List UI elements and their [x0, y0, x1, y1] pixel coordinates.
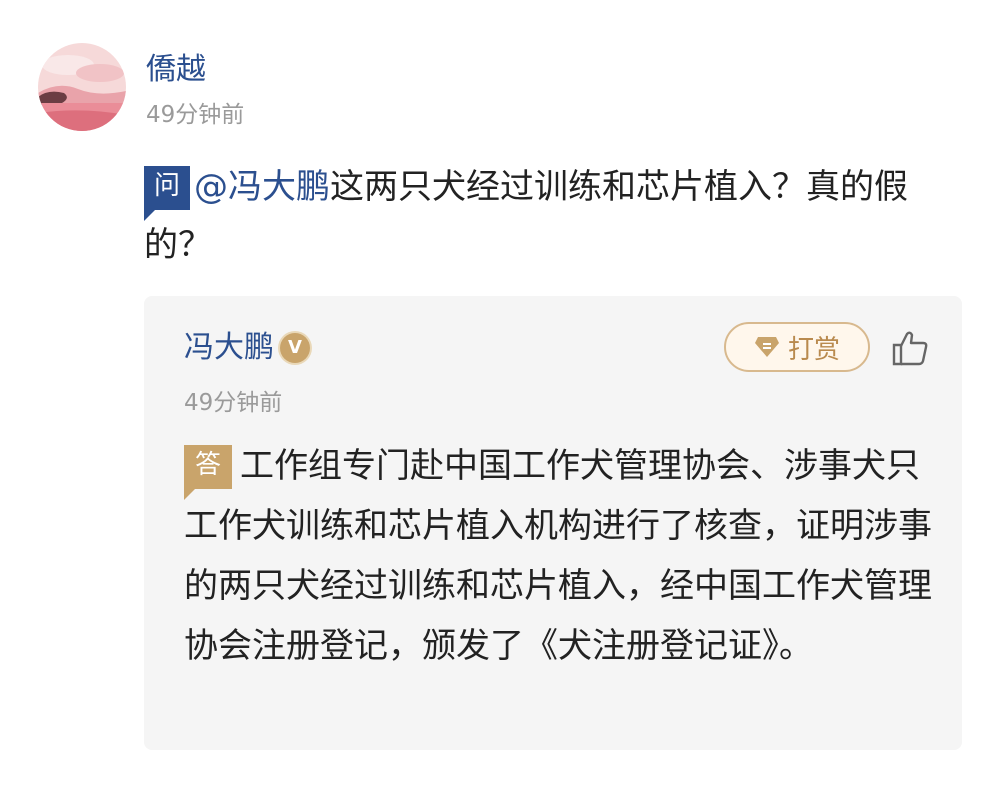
answer-author[interactable]: 冯大鹏 V [184, 328, 310, 368]
gem-icon [754, 337, 779, 357]
landscape-avatar-icon [38, 43, 126, 131]
question-badge: 问 [144, 166, 190, 221]
answer-card: 冯大鹏 V 49分钟前 打赏 答工作组专门赴中国工作犬管理协会、涉事犬只工作犬训… [144, 296, 962, 750]
answer-timestamp: 49分钟前 [184, 390, 283, 416]
thumbs-up-icon[interactable] [890, 328, 930, 368]
mention-link[interactable]: @冯大鹏 [194, 167, 330, 207]
answer-author-name[interactable]: 冯大鹏 [184, 328, 274, 368]
verified-badge-text: V [288, 337, 302, 358]
user-avatar[interactable] [38, 43, 126, 131]
question-block: 问 @冯大鹏这两只犬经过训练和芯片植入？真的假的？ [144, 158, 964, 274]
answer-badge: 答 [184, 445, 232, 500]
reward-button[interactable]: 打赏 [724, 322, 870, 372]
verified-icon: V [280, 333, 310, 363]
answer-text: 工作组专门赴中国工作犬管理协会、涉事犬只工作犬训练和芯片植入机构进行了核查，证明… [184, 446, 932, 666]
post-timestamp: 49分钟前 [146, 102, 245, 128]
post-author-name[interactable]: 僑越 [146, 50, 206, 90]
answer-block: 答工作组专门赴中国工作犬管理协会、涉事犬只工作犬训练和芯片植入机构进行了核查，证… [184, 436, 934, 676]
reward-label: 打赏 [787, 334, 840, 365]
